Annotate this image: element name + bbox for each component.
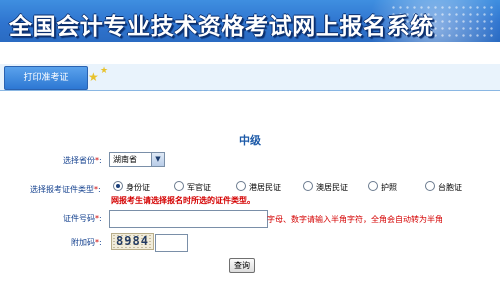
- province-label-text: 选择省份: [63, 156, 95, 165]
- captcha-noise: [112, 234, 153, 249]
- radio-label: 身份证: [126, 183, 150, 192]
- id-type-warning: 网报考生请选择报名时所选的证件类型。: [111, 196, 255, 205]
- captcha-label-text: 附加码: [71, 238, 95, 247]
- radio-taiwan-pass[interactable]: 台胞证: [425, 181, 462, 193]
- id-number-label-text: 证件号码: [63, 214, 95, 223]
- radio-id-card[interactable]: 身份证: [113, 181, 150, 193]
- query-button[interactable]: 查询: [229, 258, 255, 273]
- province-select[interactable]: 湖南省 ▼: [109, 152, 165, 167]
- province-label: 选择省份*:: [63, 156, 102, 165]
- radio-label: 护照: [381, 183, 397, 192]
- level-heading: 中级: [239, 134, 261, 147]
- header-banner: 全国会计专业技术资格考试网上报名系统: [0, 0, 500, 42]
- radio-label: 澳居民证: [316, 183, 348, 192]
- radio-icon[interactable]: [303, 181, 313, 191]
- radio-icon[interactable]: [174, 181, 184, 191]
- radio-macau-resident[interactable]: 澳居民证: [303, 181, 348, 193]
- radio-label: 港居民证: [249, 183, 281, 192]
- id-number-label: 证件号码*:: [63, 214, 102, 223]
- radio-passport[interactable]: 护照: [368, 181, 397, 193]
- required-mark: *: [95, 156, 99, 165]
- radio-icon[interactable]: [236, 181, 246, 191]
- radio-label: 军官证: [187, 183, 211, 192]
- radio-selected-icon[interactable]: [113, 181, 123, 191]
- id-number-input[interactable]: [109, 210, 268, 228]
- radio-officer-card[interactable]: 军官证: [174, 181, 211, 193]
- radio-icon[interactable]: [425, 181, 435, 191]
- star-icon: ★: [100, 66, 109, 76]
- print-admission-ticket-tab[interactable]: 打印准考证: [4, 66, 88, 90]
- required-mark: *: [94, 185, 98, 194]
- required-mark: *: [95, 238, 99, 247]
- captcha-input[interactable]: [155, 234, 188, 252]
- page-title: 全国会计专业技术资格考试网上报名系统: [9, 13, 434, 40]
- captcha-image: 8984: [111, 233, 154, 250]
- id-type-label-text: 选择报考证件类型: [30, 185, 94, 194]
- radio-icon[interactable]: [368, 181, 378, 191]
- radio-hk-resident[interactable]: 港居民证: [236, 181, 281, 193]
- id-number-hint: 字母、数字请输入半角字符，全角会自动转为半角: [267, 215, 443, 224]
- captcha-label: 附加码*:: [71, 238, 102, 247]
- province-selected-value: 湖南省: [113, 155, 137, 164]
- radio-label: 台胞证: [438, 183, 462, 192]
- chevron-down-icon[interactable]: ▼: [151, 153, 164, 166]
- star-icon: ★: [88, 70, 99, 84]
- id-type-label: 选择报考证件类型*:: [30, 185, 101, 194]
- sub-banner-space: [0, 42, 500, 64]
- required-mark: *: [95, 214, 99, 223]
